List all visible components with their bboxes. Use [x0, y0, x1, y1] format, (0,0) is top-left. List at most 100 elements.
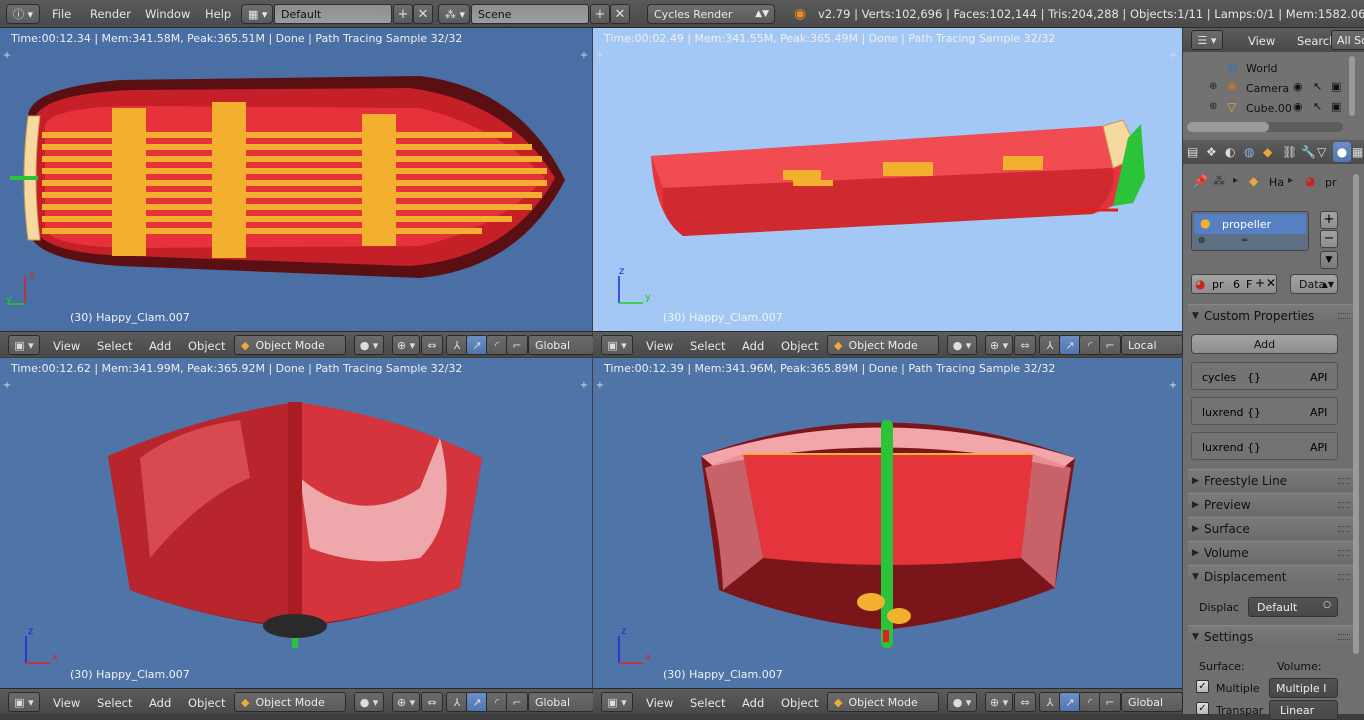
cursor-select-icon[interactable]: ↖: [1313, 80, 1322, 93]
manipulator-toggle[interactable]: ⇔: [1014, 692, 1036, 712]
scale-icon[interactable]: ⌐: [1099, 692, 1121, 712]
transform-axis-icon[interactable]: ⅄: [1039, 335, 1061, 355]
rotate-icon[interactable]: ◜: [486, 335, 508, 355]
add-slot-button[interactable]: +: [1320, 211, 1338, 229]
volume-interpolation-dropdown[interactable]: Linear: [1269, 700, 1338, 720]
add-property-button[interactable]: Add: [1191, 334, 1338, 354]
settings-header[interactable]: ▼ Settings: [1188, 625, 1358, 647]
outliner-menu-view[interactable]: View: [1248, 34, 1275, 48]
render-camera-icon[interactable]: ▣: [1331, 80, 1341, 93]
orientation-dropdown[interactable]: Global: [528, 692, 594, 712]
pin-icon[interactable]: 📌: [1193, 174, 1208, 188]
drag-grip-icon[interactable]: [1338, 502, 1350, 508]
outliner-editor-type-button[interactable]: ☰ ▾: [1191, 30, 1223, 50]
remove-slot-button[interactable]: −: [1320, 230, 1338, 248]
menu-view[interactable]: View: [53, 696, 80, 710]
translate-icon[interactable]: ↗: [1059, 692, 1081, 712]
render-engine-dropdown[interactable]: Cycles Render ▲▼: [647, 4, 775, 24]
prop-api-button[interactable]: API: [1310, 371, 1327, 384]
outliner-filter-dropdown[interactable]: All Sc: [1331, 30, 1364, 50]
orientation-dropdown[interactable]: Local: [1121, 335, 1183, 355]
manipulator-toggle[interactable]: ⇔: [421, 335, 443, 355]
menu-view[interactable]: View: [646, 339, 673, 353]
rotate-icon[interactable]: ◜: [1079, 335, 1101, 355]
displacement-header[interactable]: ▼ Displacement: [1188, 565, 1358, 587]
volume-sampling-dropdown[interactable]: Multiple I: [1269, 678, 1338, 698]
menu-help[interactable]: Help: [205, 7, 231, 21]
rotate-icon[interactable]: ◜: [486, 692, 508, 712]
scene-icon[interactable]: ⁂ ▾: [438, 4, 470, 24]
mode-dropdown[interactable]: ◆ Object Mode: [234, 335, 346, 355]
outliner-scrollbar[interactable]: [1187, 122, 1343, 132]
editor-type-button[interactable]: ▣ ▾: [8, 335, 40, 355]
pivot-icon[interactable]: ⊕ ▾: [392, 335, 420, 355]
material-slot-list[interactable]: ● propeller ═ ⊕: [1191, 211, 1309, 251]
menu-add[interactable]: Add: [149, 696, 171, 710]
freestyle-line-header[interactable]: ▶ Freestyle Line: [1188, 469, 1358, 491]
material-browse-icon[interactable]: ◕: [1195, 277, 1205, 291]
new-material-icon[interactable]: +: [1255, 276, 1265, 290]
drag-grip-icon[interactable]: [1338, 574, 1350, 580]
outliner-row-cube[interactable]: ⊕ ▽ Cube.00 ◉ ↖ ▣: [1183, 100, 1353, 118]
render-layers-tab-icon[interactable]: ❖: [1206, 145, 1217, 159]
menu-select[interactable]: Select: [97, 339, 132, 353]
prop-api-button[interactable]: API: [1310, 441, 1327, 454]
pivot-icon[interactable]: ⊕ ▾: [392, 692, 420, 712]
drag-grip-icon[interactable]: [1338, 634, 1350, 640]
manipulator-toggle[interactable]: ⇔: [1014, 335, 1036, 355]
expand-plus-icon[interactable]: ⊕: [1209, 101, 1217, 112]
texture-tab-icon[interactable]: ▦: [1352, 145, 1363, 159]
remove-scene-button[interactable]: ✕: [610, 4, 630, 24]
menu-add[interactable]: Add: [742, 696, 764, 710]
rotate-icon[interactable]: ◜: [1079, 692, 1101, 712]
custom-prop-row[interactable]: luxrend {} API: [1191, 432, 1338, 460]
modifiers-tab-icon[interactable]: 🔧: [1301, 145, 1316, 159]
list-grip-icon[interactable]: ═: [1242, 236, 1247, 246]
menu-render[interactable]: Render: [90, 7, 131, 21]
shading-button[interactable]: ● ▾: [947, 335, 977, 355]
manipulator-toggle[interactable]: ⇔: [421, 692, 443, 712]
translate-icon[interactable]: ↗: [466, 335, 488, 355]
material-tab-icon[interactable]: ●: [1333, 142, 1351, 162]
menu-object[interactable]: Object: [781, 696, 818, 710]
add-layout-button[interactable]: +: [393, 4, 413, 24]
info-editor-type-button[interactable]: ⓘ ▾: [6, 4, 40, 24]
orientation-dropdown[interactable]: Global: [1121, 692, 1183, 712]
menu-add[interactable]: Add: [149, 339, 171, 353]
editor-type-button[interactable]: ▣ ▾: [601, 692, 633, 712]
mode-dropdown[interactable]: ◆ Object Mode: [234, 692, 346, 712]
object-tab-icon[interactable]: ◆: [1263, 145, 1272, 159]
mode-dropdown[interactable]: ◆ Object Mode: [827, 692, 939, 712]
material-name-field[interactable]: pr: [1212, 278, 1224, 291]
scale-icon[interactable]: ⌐: [506, 335, 528, 355]
custom-properties-header[interactable]: ▼ Custom Properties: [1188, 304, 1358, 326]
drag-grip-icon[interactable]: [1338, 550, 1350, 556]
transform-axis-icon[interactable]: ⅄: [446, 335, 468, 355]
displacement-node-dropdown[interactable]: Default ○: [1248, 597, 1338, 617]
slot-menu-button[interactable]: ▼: [1320, 251, 1338, 269]
drag-grip-icon[interactable]: [1338, 526, 1350, 532]
constraints-tab-icon[interactable]: ⛓: [1282, 145, 1297, 159]
menu-window[interactable]: Window: [145, 7, 190, 21]
multiple-importance-checkbox[interactable]: ✓: [1196, 680, 1209, 693]
render-tab-icon[interactable]: ▤: [1187, 145, 1198, 159]
menu-view[interactable]: View: [53, 339, 80, 353]
material-slot-item[interactable]: ● propeller: [1194, 214, 1306, 234]
scale-icon[interactable]: ⌐: [1099, 335, 1121, 355]
screen-layout-field[interactable]: Default: [274, 4, 392, 24]
viewport-top-left[interactable]: Time:00:12.34 | Mem:341.58M, Peak:365.51…: [0, 28, 592, 332]
pivot-icon[interactable]: ⊕ ▾: [985, 335, 1013, 355]
shading-button[interactable]: ● ▾: [354, 692, 384, 712]
menu-view[interactable]: View: [646, 696, 673, 710]
custom-prop-row[interactable]: luxrend {} API: [1191, 397, 1338, 425]
unlink-icon[interactable]: ✕: [1266, 276, 1276, 290]
menu-select[interactable]: Select: [690, 339, 725, 353]
mode-dropdown[interactable]: ◆ Object Mode: [827, 335, 939, 355]
fake-user-toggle[interactable]: F: [1246, 278, 1252, 291]
translate-icon[interactable]: ↗: [1059, 335, 1081, 355]
shading-button[interactable]: ● ▾: [354, 335, 384, 355]
surface-header[interactable]: ▶ Surface: [1188, 517, 1358, 539]
scene-tab-icon[interactable]: ◐: [1225, 145, 1235, 159]
eye-icon[interactable]: ◉: [1293, 100, 1303, 113]
viewport-bottom-right[interactable]: Time:00:12.39 | Mem:341.96M, Peak:365.89…: [593, 358, 1182, 688]
